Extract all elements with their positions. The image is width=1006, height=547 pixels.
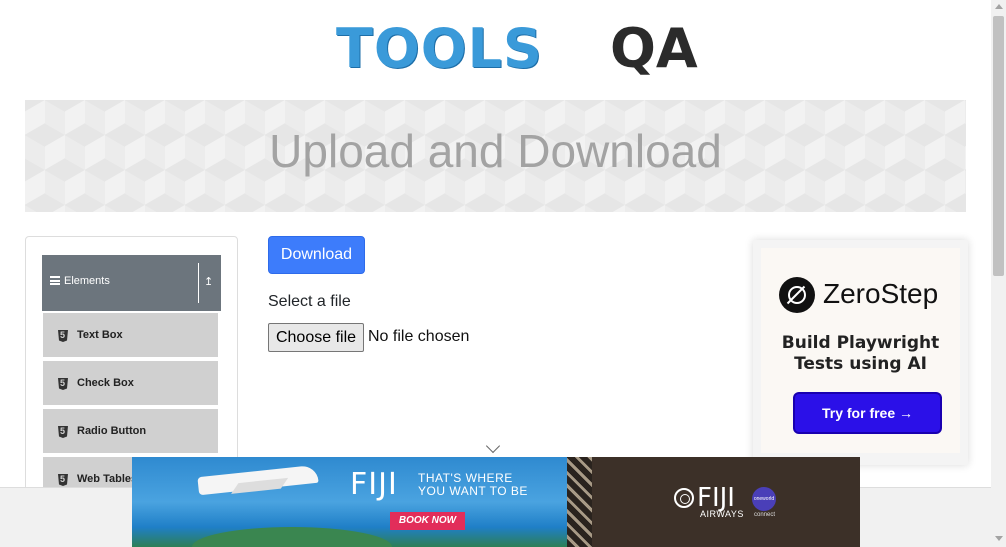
- fiji-emblem-icon: [674, 488, 694, 508]
- book-now-button[interactable]: BOOK NOW: [390, 512, 465, 530]
- sidebar-group-elements[interactable]: Elements ↥: [42, 255, 221, 311]
- scroll-thumb[interactable]: [993, 16, 1004, 276]
- try-for-free-button[interactable]: Try for free →: [795, 394, 940, 432]
- island-graphic: [192, 527, 392, 547]
- fiji-tagline: THAT'S WHERE YOU WANT TO BE: [418, 472, 528, 498]
- html5-icon: [58, 426, 68, 438]
- zerostep-logo-icon: [779, 277, 815, 313]
- page-banner: Upload and Download: [25, 100, 966, 212]
- file-status-text: No file chosen: [368, 328, 470, 345]
- divider: [198, 263, 199, 303]
- choose-file-button[interactable]: Choose file: [268, 323, 364, 352]
- logo-text-qa: QA: [610, 17, 698, 80]
- scroll-down-icon[interactable]: [995, 536, 1003, 541]
- sidebar-item-label: Radio Button: [77, 425, 147, 437]
- fiji-airways-sub: AIRWAYS: [700, 509, 744, 519]
- collapse-icon[interactable]: ↥: [204, 275, 213, 288]
- page-title: Upload and Download: [269, 125, 722, 177]
- tapa-pattern: [567, 457, 592, 547]
- page: TOOLS QA Upload and Download Elements ↥ …: [0, 0, 1006, 547]
- menu-icon: [50, 276, 60, 285]
- chevron-down-icon[interactable]: [485, 438, 501, 454]
- fiji-airways-panel: FIJI AIRWAYS oneworld connect: [592, 457, 860, 547]
- scrollbar[interactable]: [991, 0, 1006, 547]
- download-button[interactable]: Download: [268, 236, 365, 274]
- fiji-tagline-line1: THAT'S WHERE: [418, 471, 513, 485]
- sidebar-item-label: Web Tables: [77, 473, 138, 485]
- fiji-tagline-line2: YOU WANT TO BE: [418, 484, 528, 498]
- html5-icon: [58, 378, 68, 390]
- select-file-label: Select a file: [268, 293, 351, 310]
- sidebar-group-label: Elements: [64, 275, 110, 287]
- sidebar-item-label: Text Box: [77, 329, 123, 341]
- fiji-airways-ad[interactable]: FIJI THAT'S WHERE YOU WANT TO BE BOOK NOW…: [132, 457, 860, 547]
- zerostep-brand: ZeroStep: [823, 278, 939, 309]
- toolsqa-logo[interactable]: TOOLS QA: [336, 17, 698, 90]
- html5-icon: [58, 474, 68, 486]
- logo-text-tools: TOOLS: [336, 17, 543, 80]
- oneworld-connect-label: connect: [754, 512, 776, 518]
- sidebar-item-check-box[interactable]: Check Box: [42, 360, 219, 406]
- sidebar-item-label: Check Box: [77, 377, 134, 389]
- zerostep-tagline: Build Playwright Tests using AI: [781, 333, 940, 374]
- scroll-up-icon[interactable]: [995, 4, 1003, 9]
- zerostep-ad[interactable]: ZeroStep Build Playwright Tests using AI…: [753, 240, 968, 465]
- fiji-brand-text: FIJI: [350, 467, 398, 502]
- fiji-ad-photo: FIJI THAT'S WHERE YOU WANT TO BE BOOK NOW: [132, 457, 567, 547]
- sidebar-item-radio-button[interactable]: Radio Button: [42, 408, 219, 454]
- oneworld-icon: oneworld: [752, 487, 776, 511]
- airplane-graphic: [197, 464, 319, 496]
- sidebar-item-text-box[interactable]: Text Box: [42, 312, 219, 358]
- zerostep-ad-card: ZeroStep Build Playwright Tests using AI…: [761, 248, 960, 453]
- html5-icon: [58, 330, 68, 342]
